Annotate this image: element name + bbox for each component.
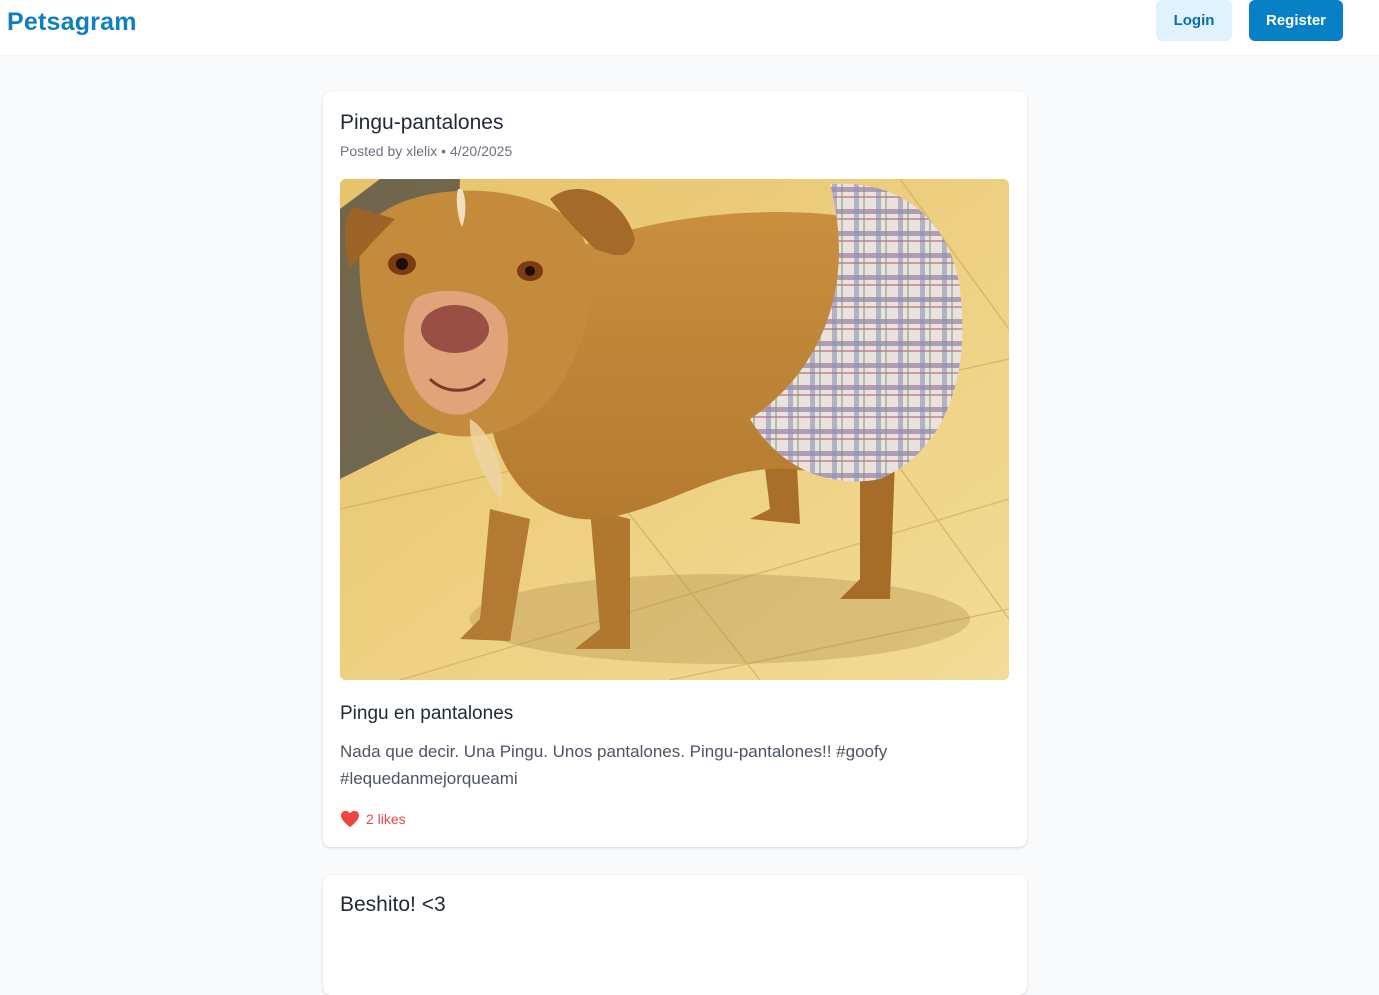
heart-icon: [341, 810, 359, 828]
post-meta: Posted by xlelix • 4/20/2025: [340, 143, 513, 159]
post-image[interactable]: [340, 179, 1009, 680]
login-button[interactable]: Login: [1156, 0, 1232, 41]
likes-count: 2 likes: [366, 811, 406, 827]
like-button[interactable]: 2 likes: [340, 810, 406, 828]
post-card: Beshito! <3: [323, 875, 1027, 995]
brand-logo[interactable]: Petsagram: [7, 8, 137, 37]
post-title[interactable]: Pingu-pantalones: [340, 111, 503, 135]
register-button[interactable]: Register: [1249, 0, 1343, 41]
dog-illustration: [340, 179, 1009, 680]
top-navbar: Petsagram Login Register: [0, 0, 1379, 55]
post-description: Nada que decir. Una Pingu. Unos pantalon…: [340, 742, 888, 788]
post-card: Pingu-pantalones Posted by xlelix • 4/20…: [323, 92, 1027, 847]
post-caption: Pingu en pantalones: [340, 703, 514, 724]
post-title[interactable]: Beshito! <3: [340, 893, 446, 917]
